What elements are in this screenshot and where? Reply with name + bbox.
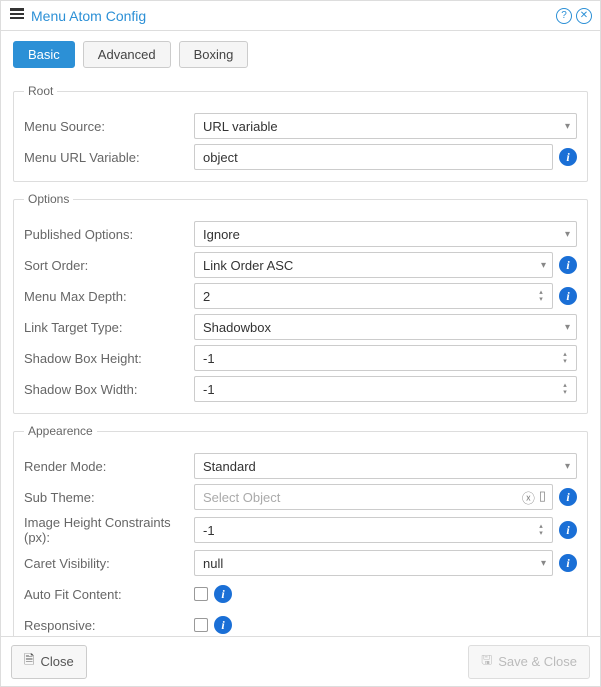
label-responsive: Responsive:: [24, 618, 194, 633]
select-menu-source[interactable]: URL variable ▾: [194, 113, 577, 139]
spin-image-height-constraints[interactable]: -1 ▴▾: [194, 517, 553, 543]
tab-advanced[interactable]: Advanced: [83, 41, 171, 68]
label-menu-source: Menu Source:: [24, 119, 194, 134]
picker-sub-theme-placeholder: Select Object: [203, 490, 280, 505]
close-button[interactable]: 🗎 Close: [11, 645, 87, 679]
spin-shadow-box-width[interactable]: -1 ▴▾: [194, 376, 577, 402]
close-button-label: Close: [40, 654, 73, 669]
info-icon[interactable]: i: [559, 488, 577, 506]
save-icon: 🖫: [481, 651, 492, 673]
help-icon[interactable]: ?: [556, 8, 572, 24]
label-link-target-type: Link Target Type:: [24, 320, 194, 335]
label-menu-url-variable: Menu URL Variable:: [24, 150, 194, 165]
spin-shadow-box-height-value: -1: [203, 351, 215, 366]
chevron-down-icon: ▾: [565, 322, 570, 333]
info-icon[interactable]: i: [559, 148, 577, 166]
info-icon[interactable]: i: [559, 256, 577, 274]
picker-sub-theme[interactable]: Select Object ⓧ ▯: [194, 484, 553, 510]
chevron-down-icon: ▾: [541, 260, 546, 271]
select-published-options[interactable]: Ignore ▾: [194, 221, 577, 247]
chevron-down-icon: ▾: [565, 121, 570, 132]
spinner-icon: ▴▾: [534, 520, 548, 540]
group-options: Options Published Options: Ignore ▾ Sort…: [13, 192, 588, 414]
group-options-legend: Options: [24, 192, 73, 206]
select-sort-order-value: Link Order ASC: [203, 258, 293, 273]
select-caret-visibility[interactable]: null ▾: [194, 550, 553, 576]
spin-image-height-constraints-value: -1: [203, 523, 215, 538]
checkbox-responsive[interactable]: [194, 618, 208, 632]
spin-shadow-box-height[interactable]: -1 ▴▾: [194, 345, 577, 371]
group-root: Root Menu Source: URL variable ▾ Menu UR…: [13, 84, 588, 182]
save-close-button-label: Save & Close: [498, 654, 577, 669]
folder-icon[interactable]: ▯: [539, 488, 546, 507]
spinner-icon: ▴▾: [558, 379, 572, 399]
info-icon[interactable]: i: [559, 521, 577, 539]
checkbox-auto-fit-content[interactable]: [194, 587, 208, 601]
save-close-button[interactable]: 🖫 Save & Close: [468, 645, 590, 679]
tab-strip: Basic Advanced Boxing: [1, 31, 600, 76]
label-sub-theme: Sub Theme:: [24, 490, 194, 505]
label-caret-visibility: Caret Visibility:: [24, 556, 194, 571]
label-shadow-box-height: Shadow Box Height:: [24, 351, 194, 366]
input-menu-url-variable[interactable]: object: [194, 144, 553, 170]
tab-basic[interactable]: Basic: [13, 41, 75, 68]
tab-boxing[interactable]: Boxing: [179, 41, 249, 68]
select-render-mode-value: Standard: [203, 459, 256, 474]
dialog-title: Menu Atom Config: [31, 8, 556, 24]
spin-menu-max-depth-value: 2: [203, 289, 210, 304]
chevron-down-icon: ▾: [565, 461, 570, 472]
close-doc-icon: 🗎: [24, 651, 34, 673]
menu-config-icon: [9, 6, 25, 25]
info-icon[interactable]: i: [214, 585, 232, 603]
input-menu-url-variable-value: object: [203, 150, 238, 165]
select-sort-order[interactable]: Link Order ASC ▾: [194, 252, 553, 278]
spin-shadow-box-width-value: -1: [203, 382, 215, 397]
label-menu-max-depth: Menu Max Depth:: [24, 289, 194, 304]
label-sort-order: Sort Order:: [24, 258, 194, 273]
select-published-options-value: Ignore: [203, 227, 240, 242]
spin-menu-max-depth[interactable]: 2 ▴▾: [194, 283, 553, 309]
chevron-down-icon: ▾: [565, 229, 570, 240]
info-icon[interactable]: i: [559, 554, 577, 572]
label-image-height-constraints: Image Height Constraints (px):: [24, 515, 194, 545]
select-link-target-type[interactable]: Shadowbox ▾: [194, 314, 577, 340]
select-link-target-type-value: Shadowbox: [203, 320, 271, 335]
close-icon[interactable]: ✕: [576, 8, 592, 24]
label-auto-fit-content: Auto Fit Content:: [24, 587, 194, 602]
label-render-mode: Render Mode:: [24, 459, 194, 474]
clear-icon[interactable]: ⓧ: [522, 488, 535, 507]
group-root-legend: Root: [24, 84, 57, 98]
info-icon[interactable]: i: [214, 616, 232, 634]
spinner-icon: ▴▾: [558, 348, 572, 368]
label-shadow-box-width: Shadow Box Width:: [24, 382, 194, 397]
chevron-down-icon: ▾: [541, 558, 546, 569]
label-published-options: Published Options:: [24, 227, 194, 242]
group-appearance-legend: Appearence: [24, 424, 97, 438]
group-appearance: Appearence Render Mode: Standard ▾ Sub T…: [13, 424, 588, 636]
select-menu-source-value: URL variable: [203, 119, 278, 134]
select-render-mode[interactable]: Standard ▾: [194, 453, 577, 479]
select-caret-visibility-value: null: [203, 556, 223, 571]
spinner-icon: ▴▾: [534, 286, 548, 306]
info-icon[interactable]: i: [559, 287, 577, 305]
